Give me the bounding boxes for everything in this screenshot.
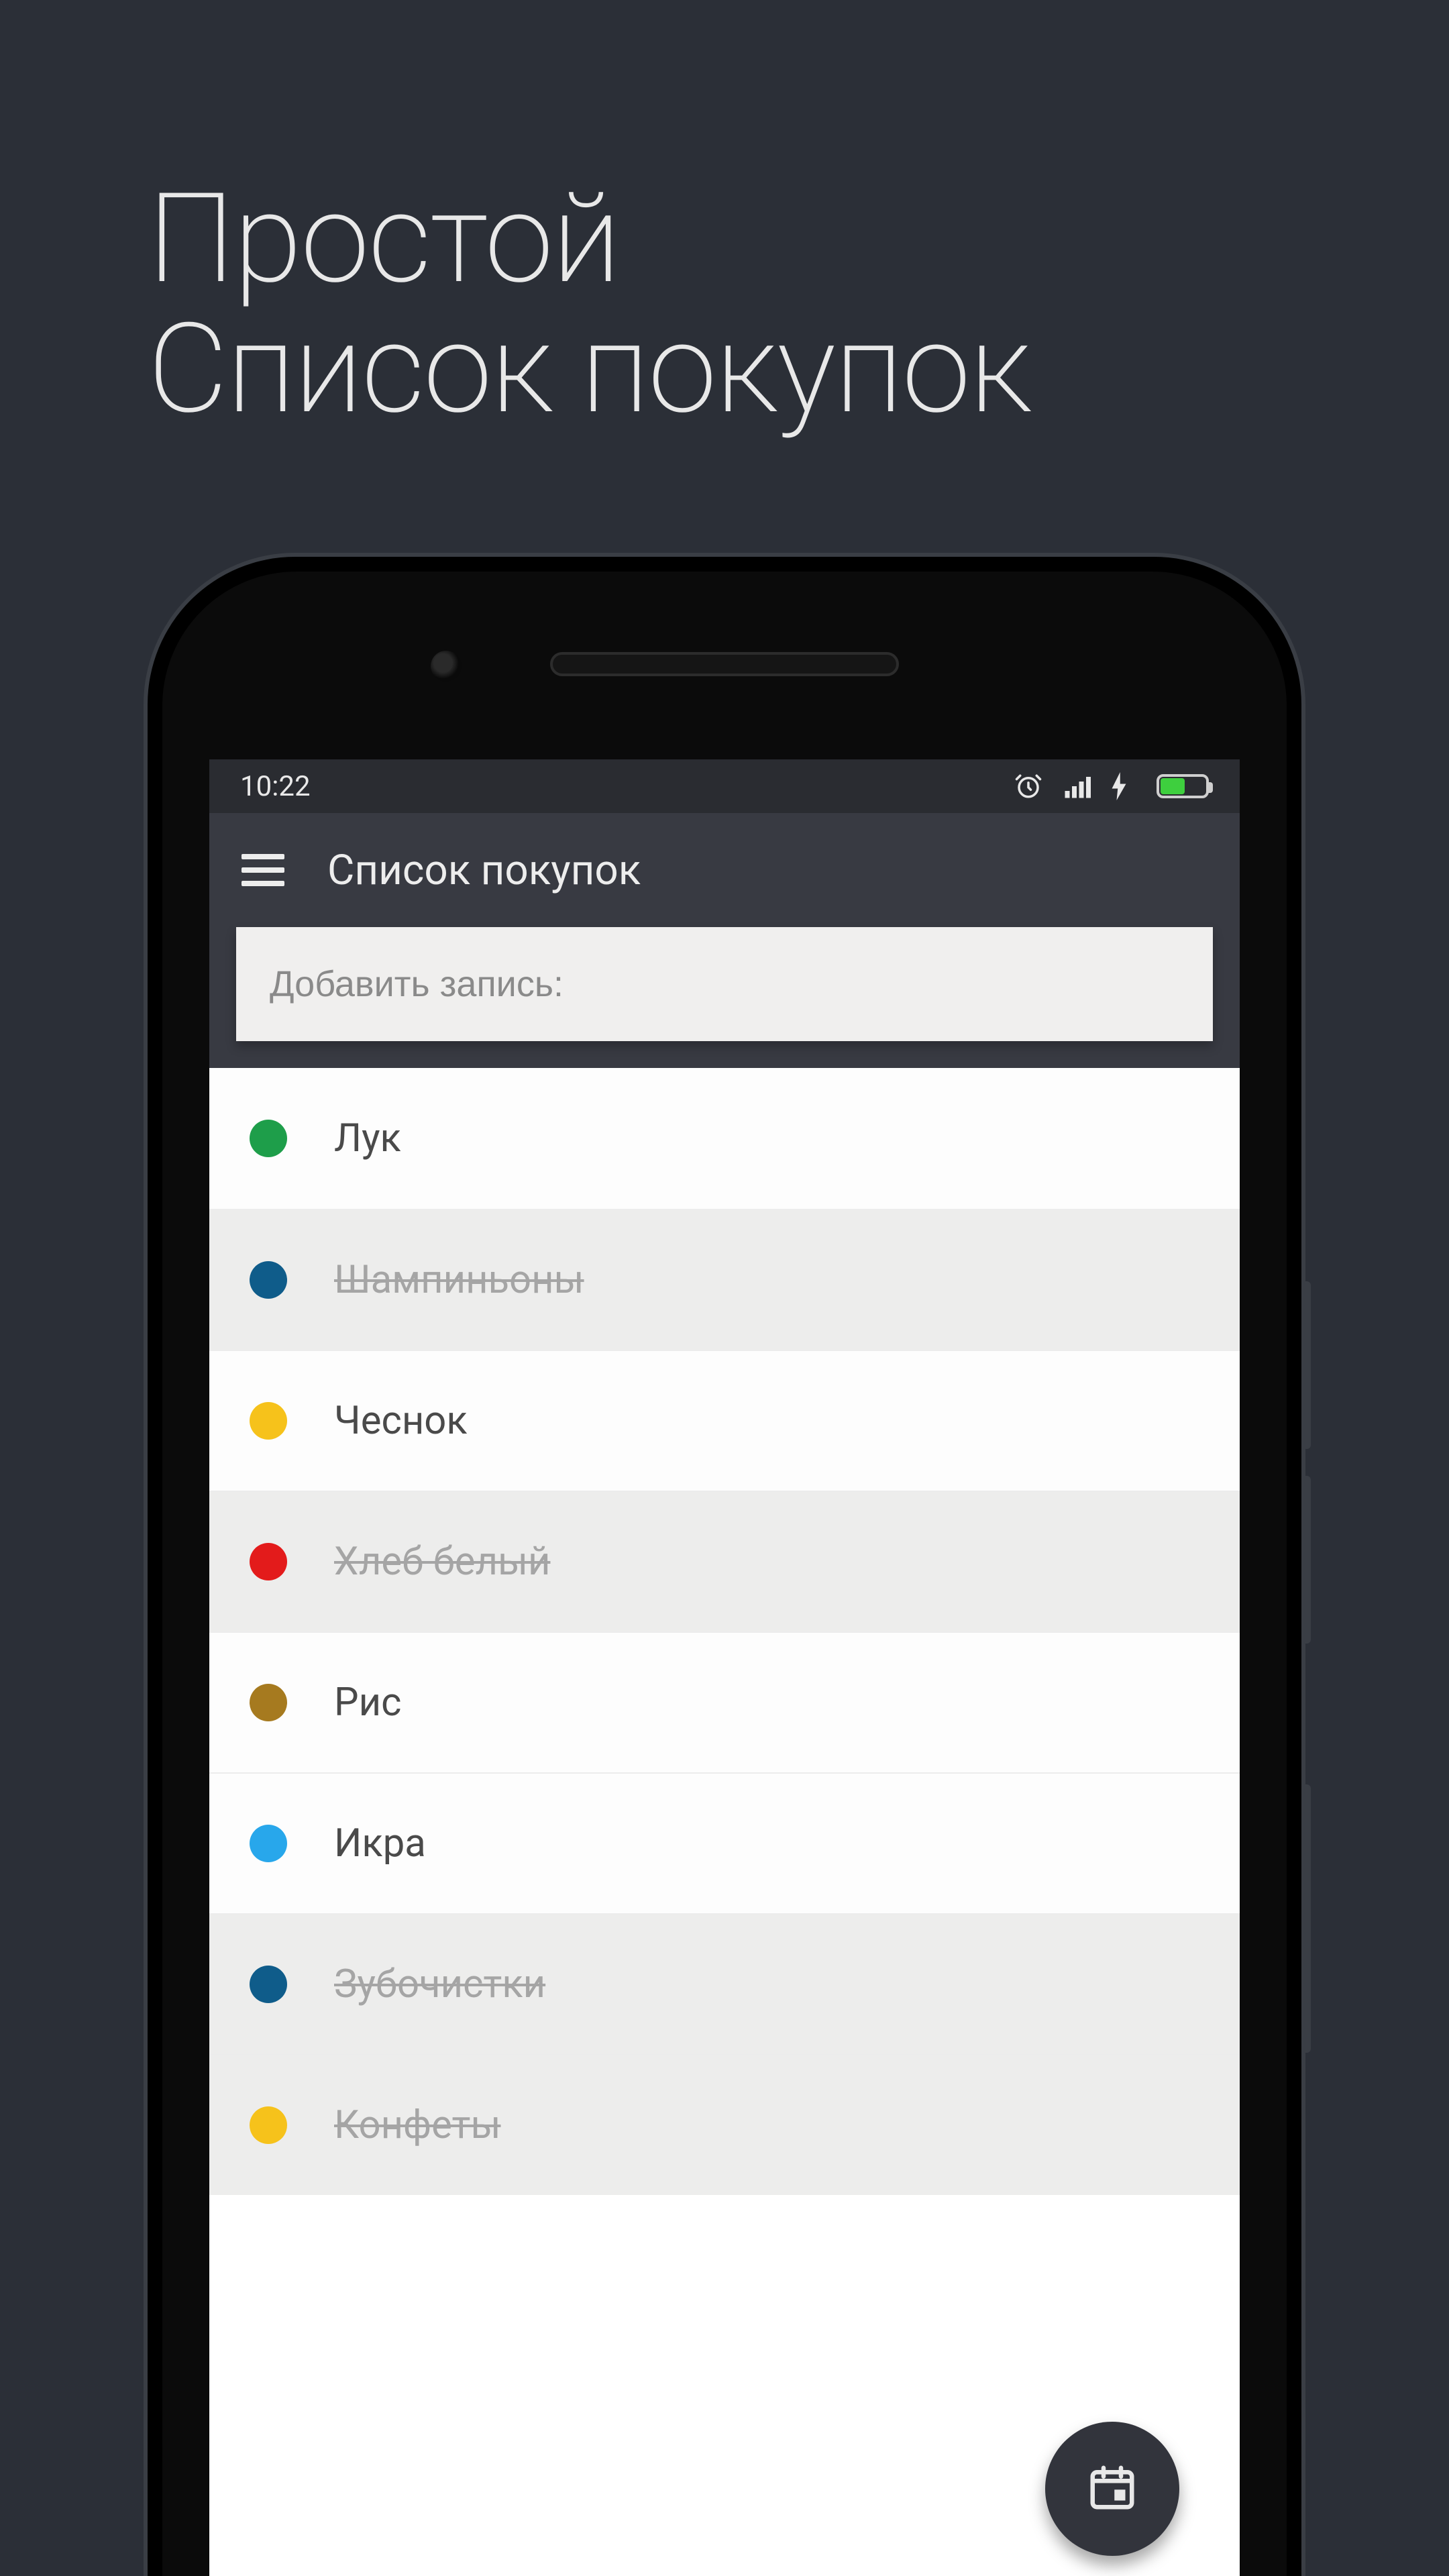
signal-icon: [1063, 772, 1091, 800]
list-item[interactable]: Чеснок: [209, 1350, 1240, 1491]
charging-icon: [1111, 772, 1127, 800]
list-item-label: Лук: [334, 1116, 401, 1161]
list-item[interactable]: Лук: [209, 1068, 1240, 1209]
color-dot-icon: [250, 1543, 287, 1580]
list-item[interactable]: Зубочистки: [209, 1913, 1240, 2054]
color-dot-icon: [250, 1825, 287, 1862]
promo-line-2: Список покупок: [148, 305, 1030, 435]
list-item-label: Зубочистки: [334, 1962, 545, 2007]
promo-line-1: Простой: [148, 174, 1030, 305]
list-item-label: Икра: [334, 1821, 426, 1866]
battery-icon: [1147, 774, 1209, 798]
color-dot-icon: [250, 1966, 287, 2003]
add-entry-input[interactable]: [270, 963, 1179, 1005]
list-item-label: Хлеб белый: [334, 1539, 550, 1585]
calendar-icon: [1086, 2461, 1138, 2516]
list-item-label: Конфеты: [334, 2102, 500, 2148]
alarm-icon: [1014, 772, 1042, 800]
phone-body: 10:22: [162, 572, 1287, 2576]
list-item-label: Шампиньоны: [334, 1257, 584, 1303]
color-dot-icon: [250, 1261, 287, 1299]
power-button[interactable]: [1301, 1784, 1311, 2053]
app-bar: Список покупок: [209, 813, 1240, 927]
front-camera-icon: [431, 651, 462, 682]
hamburger-icon: [241, 854, 284, 859]
color-dot-icon: [250, 1402, 287, 1440]
calendar-fab[interactable]: [1045, 2422, 1179, 2556]
add-entry-field[interactable]: [236, 927, 1213, 1041]
list-item-label: Чеснок: [334, 1398, 468, 1444]
status-bar: 10:22: [209, 759, 1240, 813]
phone-mockup: 10:22: [148, 557, 1301, 2576]
list-item[interactable]: Икра: [209, 1772, 1240, 1913]
app-title: Список покупок: [327, 846, 641, 895]
volume-down-button[interactable]: [1301, 1476, 1311, 1644]
status-time: 10:22: [240, 770, 311, 803]
color-dot-icon: [250, 2106, 287, 2144]
volume-up-button[interactable]: [1301, 1281, 1311, 1449]
promo-headline: Простой Список покупок: [148, 174, 1030, 435]
add-entry-area: [209, 927, 1240, 1068]
list-item[interactable]: Конфеты: [209, 2054, 1240, 2195]
list-item[interactable]: Рис: [209, 1631, 1240, 1772]
earpiece-icon: [550, 652, 899, 676]
color-dot-icon: [250, 1684, 287, 1721]
shopping-list[interactable]: Лук Шампиньоны Чеснок Хлеб белый Рис Икра Зубо…: [209, 1068, 1240, 2576]
color-dot-icon: [250, 1120, 287, 1157]
screen: 10:22: [209, 759, 1240, 2576]
menu-button[interactable]: [241, 854, 284, 886]
list-item-label: Рис: [334, 1680, 401, 1725]
list-item[interactable]: Шампиньоны: [209, 1209, 1240, 1350]
list-item[interactable]: Хлеб белый: [209, 1491, 1240, 1631]
